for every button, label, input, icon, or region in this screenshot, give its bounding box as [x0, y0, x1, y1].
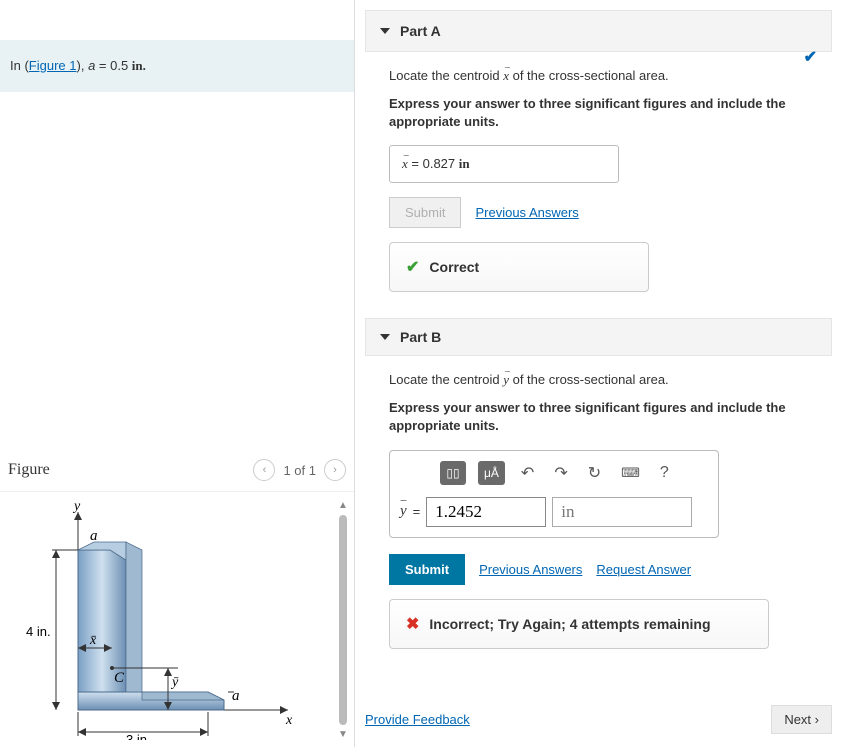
part-a-answer-unit: in	[459, 156, 470, 171]
part-a-answer-value: 0.827	[423, 156, 459, 171]
figure-prev-button[interactable]: ‹	[253, 459, 275, 481]
undo-button[interactable]: ↶	[517, 461, 538, 485]
scroll-up-icon[interactable]: ▲	[338, 500, 348, 511]
help-button[interactable]: ?	[656, 462, 673, 484]
three-in-label: 3 in.	[126, 732, 151, 740]
part-b-header[interactable]: Part B	[365, 318, 832, 356]
part-b-request-answer-link[interactable]: Request Answer	[596, 562, 691, 577]
unit-in: in.	[132, 58, 146, 73]
figure-pager: 1 of 1	[283, 463, 316, 478]
part-a-check-icon: ✔	[804, 47, 817, 67]
part-b-feedback: ✖ Incorrect; Try Again; 4 attempts remai…	[389, 599, 769, 649]
xbar-label: x̄	[89, 633, 97, 648]
scroll-thumb[interactable]	[339, 515, 347, 725]
eq-sign: =	[413, 504, 421, 519]
intro-prefix: In (	[10, 58, 29, 73]
figure-section: Figure ‹ 1 of 1 › y x	[0, 449, 354, 747]
part-b-body: Locate the centroid y of the cross-secti…	[365, 356, 832, 664]
x-icon: ✖	[406, 614, 419, 634]
reset-button[interactable]: ↻	[584, 461, 605, 485]
part-a-body: Locate the centroid x of the cross-secti…	[365, 52, 832, 308]
four-in-label: 4 in.	[26, 624, 51, 639]
next-button[interactable]: Next ›	[771, 705, 832, 734]
scroll-down-icon[interactable]: ▼	[338, 729, 348, 740]
templates-button[interactable]: ▯▯	[440, 461, 466, 485]
caret-down-icon	[380, 334, 390, 340]
incorrect-label: Incorrect; Try Again; 4 attempts remaini…	[429, 616, 710, 632]
ybar-label: ȳ	[170, 675, 179, 690]
part-b-input-area: ▯▯ μÅ ↶ ↷ ↻ ⌨ ? y =	[389, 450, 719, 538]
problem-intro: In (Figure 1), a = 0.5 in.	[0, 40, 354, 92]
figure-nav: ‹ 1 of 1 ›	[253, 459, 346, 481]
part-b-hint: Express your answer to three significant…	[389, 399, 808, 435]
part-a-hint: Express your answer to three significant…	[389, 95, 808, 131]
figure-next-button[interactable]: ›	[324, 459, 346, 481]
redo-button[interactable]: ↷	[550, 461, 571, 485]
correct-label: Correct	[429, 259, 479, 275]
special-chars-button[interactable]: μÅ	[478, 461, 505, 485]
part-b-toolbar: ▯▯ μÅ ↶ ↷ ↻ ⌨ ?	[400, 461, 708, 485]
figure-scrollbar[interactable]: ▲ ▼	[338, 500, 348, 740]
figure-link[interactable]: Figure 1	[29, 58, 77, 73]
part-a-answer: x = 0.827 in	[389, 145, 619, 183]
part-b-submit-button[interactable]: Submit	[389, 554, 465, 585]
part-b-title: Part B	[400, 329, 441, 345]
figure-body: y x	[0, 492, 354, 747]
intro-after: ),	[77, 58, 89, 73]
a-right-label: a	[232, 688, 240, 704]
provide-feedback-link[interactable]: Provide Feedback	[365, 712, 470, 727]
part-a-prompt: Locate the centroid x of the cross-secti…	[389, 68, 808, 85]
figure-diagram: y x	[8, 500, 298, 740]
ybar-label: y	[400, 503, 407, 520]
part-b-value-input[interactable]	[426, 497, 546, 527]
left-pane: In (Figure 1), a = 0.5 in. Figure ‹ 1 of…	[0, 0, 355, 747]
keyboard-button[interactable]: ⌨	[617, 463, 644, 483]
bottom-row: Provide Feedback Next ›	[365, 665, 832, 744]
part-b-btn-row: Submit Previous Answers Request Answer	[389, 554, 808, 585]
figure-header: Figure ‹ 1 of 1 ›	[0, 449, 354, 492]
part-a-submit-button: Submit	[389, 197, 461, 228]
part-b-unit-input[interactable]	[552, 497, 692, 527]
x-axis-label: x	[285, 713, 293, 728]
part-b-input-row: y =	[400, 497, 708, 527]
part-a-btn-row: Submit Previous Answers	[389, 197, 808, 228]
part-a-prev-answers-link[interactable]: Previous Answers	[475, 205, 578, 220]
right-pane: Part A ✔ Locate the centroid x of the cr…	[355, 0, 842, 747]
figure-title: Figure	[8, 461, 50, 479]
part-a-header[interactable]: Part A ✔	[365, 10, 832, 52]
part-a-panel: Part A ✔ Locate the centroid x of the cr…	[365, 10, 832, 308]
c-label: C	[114, 670, 125, 686]
part-a-title: Part A	[400, 23, 441, 39]
part-b-prev-answers-link[interactable]: Previous Answers	[479, 562, 582, 577]
y-axis-label: y	[72, 500, 81, 514]
equals: = 0.5	[95, 58, 132, 73]
check-icon: ✔	[406, 257, 419, 277]
part-b-prompt: Locate the centroid y of the cross-secti…	[389, 372, 808, 389]
a-top-label: a	[90, 528, 98, 544]
part-b-panel: Part B Locate the centroid y of the cros…	[365, 318, 832, 664]
part-a-feedback: ✔ Correct	[389, 242, 649, 292]
caret-down-icon	[380, 28, 390, 34]
